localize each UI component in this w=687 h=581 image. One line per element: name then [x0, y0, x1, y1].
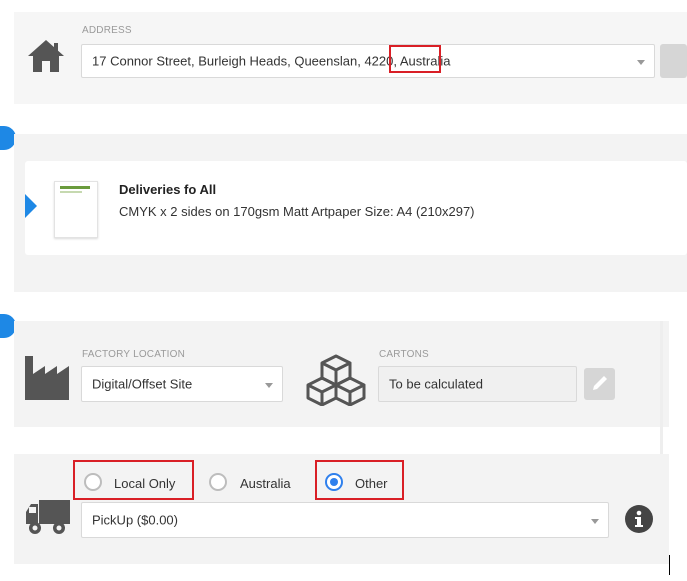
address-select[interactable]: 17 Connor Street, Burleigh Heads, Queens… — [81, 44, 655, 78]
home-icon — [26, 38, 66, 74]
address-street: 17 Connor Street, Burleigh Heads, Queens… — [92, 53, 358, 69]
truck-icon — [25, 498, 71, 536]
factory-label: FACTORY LOCATION — [82, 349, 186, 360]
postcode-highlight — [389, 45, 441, 73]
boxes-icon — [306, 354, 366, 407]
factory-value: Digital/Offset Site — [92, 376, 193, 392]
factory-icon — [23, 356, 71, 400]
cartons-value: To be calculated — [389, 376, 483, 392]
cartons-field: To be calculated — [378, 366, 577, 402]
address-edit-button[interactable] — [660, 44, 687, 78]
product-title: Deliveries fo All — [119, 182, 217, 197]
cartons-label: CARTONS — [379, 349, 429, 360]
expand-arrow-icon[interactable] — [25, 194, 37, 218]
product-description: CMYK x 2 sides on 170gsm Matt Artpaper S… — [119, 204, 475, 219]
shipping-method-select[interactable]: PickUp ($0.00) — [81, 502, 609, 538]
info-icon[interactable] — [625, 505, 653, 533]
product-thumbnail — [54, 181, 98, 238]
pencil-icon — [593, 376, 607, 390]
radio-australia[interactable] — [209, 473, 227, 491]
shipping-method-value: PickUp ($0.00) — [92, 512, 178, 528]
other-highlight — [315, 460, 404, 500]
chevron-down-icon — [637, 60, 645, 65]
chevron-down-icon — [591, 519, 599, 524]
factory-select[interactable]: Digital/Offset Site — [81, 366, 283, 402]
text-cursor — [669, 555, 670, 575]
local-only-highlight — [73, 460, 194, 500]
address-label: ADDRESS — [82, 25, 132, 36]
chevron-down-icon — [265, 383, 273, 388]
radio-label-australia[interactable]: Australia — [240, 476, 291, 491]
cartons-edit-button[interactable] — [584, 368, 615, 400]
